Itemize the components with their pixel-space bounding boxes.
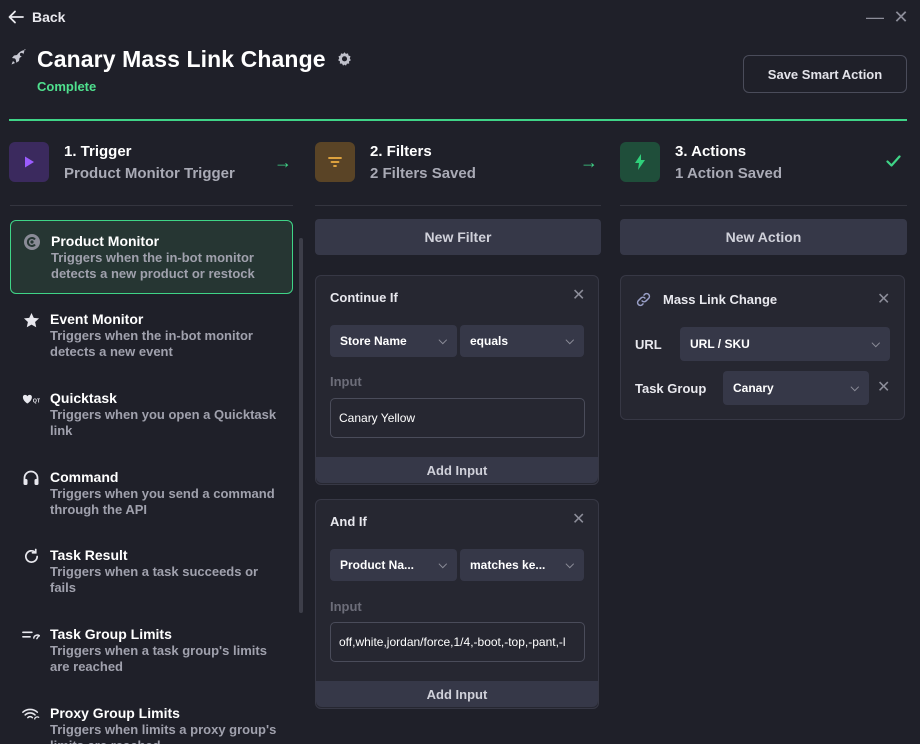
save-smart-action-button[interactable]: Save Smart Action <box>743 55 907 93</box>
chevron-down-icon: ⌵ <box>438 558 447 571</box>
progress-divider <box>9 119 907 121</box>
task-group-select[interactable]: Canary ⌵ <box>723 371 869 405</box>
url-label: URL <box>635 337 662 352</box>
star-icon <box>22 311 40 329</box>
trigger-description: Triggers when limits a proxy group's lim… <box>50 722 277 744</box>
input-label: Input <box>330 374 362 389</box>
filter-input-field[interactable]: off,white,jordan/force,1/4,-boot,-top,-p… <box>330 622 585 662</box>
step-actions-title: 3. Actions <box>675 143 747 160</box>
chevron-down-icon: ⌵ <box>565 558 574 571</box>
step-filters-subtitle: 2 Filters Saved <box>370 165 476 182</box>
chevron-down-icon: ⌵ <box>438 334 447 347</box>
trigger-task-result[interactable]: Task Result Triggers when a task succeed… <box>10 535 293 609</box>
select-value: matches ke... <box>470 558 546 572</box>
trigger-description: Triggers when you open a Quicktask link <box>50 407 277 438</box>
step-filters-title: 2. Filters <box>370 143 432 160</box>
select-value: Product Na... <box>340 558 415 572</box>
trigger-title: Task Result <box>50 547 128 563</box>
refresh-icon <box>22 547 40 565</box>
chevron-down-icon: ⌵ <box>871 337 880 350</box>
quicktask-icon: QT <box>22 390 40 408</box>
action-heading: Mass Link Change <box>663 292 778 307</box>
new-filter-button[interactable]: New Filter <box>315 219 601 255</box>
minimize-button[interactable]: — <box>866 8 884 26</box>
step-trigger-title: 1. Trigger <box>64 143 132 160</box>
step-actions-subtitle: 1 Action Saved <box>675 165 782 182</box>
divider <box>315 205 601 206</box>
trigger-title: Task Group Limits <box>50 626 172 642</box>
select-value: Store Name <box>340 334 407 348</box>
close-window-button[interactable]: ✕ <box>893 8 909 26</box>
add-input-button[interactable]: Add Input <box>316 457 598 483</box>
headset-icon <box>22 469 40 487</box>
select-value: Canary <box>733 381 774 395</box>
filter-input-field[interactable]: Canary Yellow <box>330 398 585 438</box>
trigger-description: Triggers when the in-bot monitor detects… <box>51 250 255 281</box>
step-trigger-subtitle: Product Monitor Trigger <box>64 165 235 182</box>
trigger-proxy-group-limits[interactable]: Proxy Group Limits Triggers when limits … <box>10 693 293 744</box>
filter-field-select[interactable]: Product Na... ⌵ <box>330 549 457 581</box>
gear-icon[interactable] <box>334 51 353 68</box>
play-icon <box>9 142 49 182</box>
trigger-command[interactable]: Command Triggers when you send a command… <box>10 457 293 531</box>
divider <box>10 205 293 206</box>
trigger-task-group-limits[interactable]: Task Group Limits Triggers when a task g… <box>10 614 293 688</box>
trigger-title: Event Monitor <box>50 311 144 327</box>
trigger-title: Quicktask <box>50 390 117 406</box>
clear-task-group-icon[interactable]: ✕ <box>877 380 890 396</box>
divider <box>620 205 907 206</box>
new-action-button[interactable]: New Action <box>620 219 907 255</box>
select-value: equals <box>470 334 509 348</box>
close-icon[interactable]: ✕ <box>877 292 890 308</box>
arrow-right-icon: → <box>274 152 292 172</box>
back-label: Back <box>32 9 66 25</box>
trigger-title: Proxy Group Limits <box>50 705 180 721</box>
filter-operator-select[interactable]: equals ⌵ <box>460 325 584 357</box>
chevron-down-icon: ⌵ <box>565 334 574 347</box>
page-header: Canary Mass Link Change <box>9 46 353 73</box>
rocket-icon <box>9 47 29 72</box>
trigger-description: Triggers when a task succeeds or fails <box>50 564 259 595</box>
select-value: URL / SKU <box>690 337 750 351</box>
trigger-quicktask[interactable]: QT Quicktask Triggers when you open a Qu… <box>10 378 293 452</box>
add-input-button[interactable]: Add Input <box>316 681 598 707</box>
chevron-down-icon: ⌵ <box>850 381 859 394</box>
filter-heading: And If <box>330 514 367 529</box>
url-select[interactable]: URL / SKU ⌵ <box>680 327 890 361</box>
product-monitor-icon <box>23 233 41 251</box>
arrow-right-icon: → <box>580 152 598 172</box>
lightning-icon <box>620 142 660 182</box>
trigger-title: Product Monitor <box>51 233 160 249</box>
svg-text:QT: QT <box>33 399 40 405</box>
task-group-label: Task Group <box>635 381 707 396</box>
task-group-limits-icon <box>22 626 40 644</box>
filter-operator-select[interactable]: matches ke... ⌵ <box>460 549 584 581</box>
filter-field-select[interactable]: Store Name ⌵ <box>330 325 457 357</box>
wifi-icon <box>22 705 40 723</box>
arrow-left-icon <box>8 10 24 24</box>
trigger-title: Command <box>50 469 119 485</box>
trigger-product-monitor[interactable]: Product Monitor Triggers when the in-bot… <box>10 220 293 294</box>
back-button[interactable]: Back <box>8 9 65 25</box>
trigger-description: Triggers when a task group's limits are … <box>50 643 267 674</box>
trigger-event-monitor[interactable]: Event Monitor Triggers when the in-bot m… <box>10 299 293 373</box>
link-icon <box>635 292 652 312</box>
page-title: Canary Mass Link Change <box>37 46 326 72</box>
input-label: Input <box>330 599 362 614</box>
filter-icon <box>315 142 355 182</box>
trigger-description: Triggers when the in-bot monitor detects… <box>50 328 253 359</box>
close-icon[interactable]: ✕ <box>572 288 585 304</box>
close-icon[interactable]: ✕ <box>572 512 585 528</box>
checkmark-icon <box>886 154 901 172</box>
filter-heading: Continue If <box>330 290 398 305</box>
status-label: Complete <box>37 79 97 94</box>
scrollbar-thumb[interactable] <box>299 238 303 613</box>
trigger-description: Triggers when you send a command through… <box>50 486 275 517</box>
